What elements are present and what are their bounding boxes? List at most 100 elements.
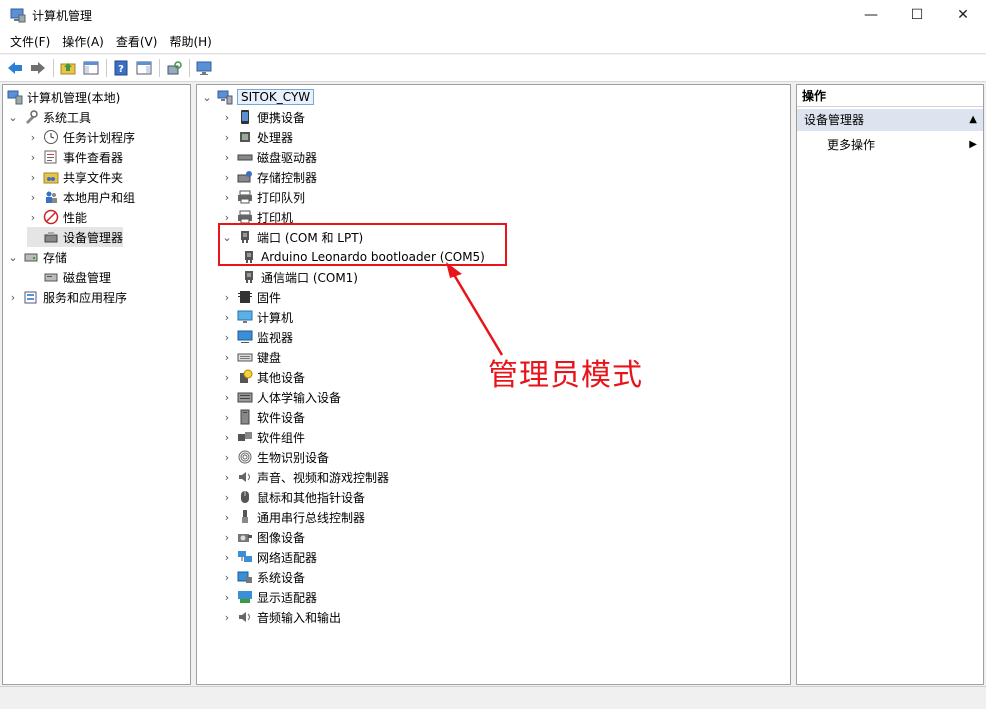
device-category[interactable]: › 便携设备 [221, 107, 305, 127]
chevron-right-icon[interactable]: › [221, 511, 233, 524]
chevron-right-icon[interactable]: › [221, 151, 233, 164]
device-tree-root[interactable]: ⌄ SITOK_CYW [201, 87, 315, 107]
chevron-right-icon[interactable]: › [221, 371, 233, 384]
device-category[interactable]: › 存储控制器 [221, 167, 317, 187]
chevron-down-icon[interactable]: ⌄ [7, 111, 19, 124]
chevron-right-icon[interactable]: › [221, 171, 233, 184]
chevron-right-icon[interactable]: › [221, 571, 233, 584]
submenu-arrow-icon: ▶ [969, 139, 977, 150]
more-actions-item[interactable]: 更多操作 ▶ [827, 135, 977, 155]
console-tree-item[interactable]: 磁盘管理 [27, 267, 111, 287]
scan-hardware-button[interactable] [163, 57, 185, 79]
device-category[interactable]: › 人体学输入设备 [221, 387, 341, 407]
up-folder-button[interactable] [57, 57, 79, 79]
menu-file[interactable]: 文件(F) [4, 30, 56, 54]
console-tree-item-label: 存储 [43, 250, 68, 265]
chevron-right-icon[interactable]: › [221, 431, 233, 444]
chevron-right-icon[interactable]: › [221, 291, 233, 304]
properties-button[interactable] [193, 57, 215, 79]
device-category[interactable]: › 通用串行总线控制器 [221, 507, 365, 527]
menu-help[interactable]: 帮助(H) [163, 30, 217, 54]
device-category[interactable]: › 计算机 [221, 307, 293, 327]
device-category[interactable]: › 处理器 [221, 127, 293, 147]
help-button[interactable]: ? [110, 57, 132, 79]
chevron-right-icon[interactable]: › [221, 531, 233, 544]
chevron-right-icon[interactable]: › [221, 391, 233, 404]
chevron-right-icon[interactable]: › [221, 111, 233, 124]
show-hide-tree-button[interactable] [80, 57, 102, 79]
processor-icon [237, 129, 253, 145]
chevron-right-icon[interactable]: › [27, 191, 39, 204]
console-tree-item[interactable]: ⌄ 系统工具 [7, 107, 91, 127]
more-actions-label: 更多操作 [827, 138, 876, 152]
chevron-down-icon[interactable]: ⌄ [201, 91, 213, 104]
chevron-right-icon[interactable]: › [27, 171, 39, 184]
console-tree-item[interactable]: › 事件查看器 [27, 147, 123, 167]
menu-action[interactable]: 操作(A) [56, 30, 110, 54]
chevron-right-icon[interactable]: › [221, 211, 233, 224]
annotation-arrow [446, 262, 504, 356]
collapse-up-icon[interactable]: ▲ [969, 109, 977, 131]
device-category[interactable]: › 声音、视频和游戏控制器 [221, 467, 389, 487]
device-category[interactable]: › 键盘 [221, 347, 281, 367]
chevron-right-icon[interactable]: › [7, 291, 19, 304]
chevron-right-icon[interactable]: › [27, 131, 39, 144]
device-category[interactable]: › 软件设备 [221, 407, 305, 427]
device-category[interactable]: › 系统设备 [221, 567, 305, 587]
device-item[interactable]: 通信端口 (COM1) [241, 267, 358, 287]
device-manager-icon [43, 229, 59, 245]
chevron-right-icon[interactable]: › [221, 131, 233, 144]
chevron-right-icon[interactable]: › [221, 311, 233, 324]
device-category[interactable]: › 生物识别设备 [221, 447, 329, 467]
chevron-right-icon[interactable]: › [221, 411, 233, 424]
back-button[interactable] [4, 57, 26, 79]
maximize-button[interactable]: ☐ [894, 0, 940, 30]
chevron-right-icon[interactable]: › [27, 151, 39, 164]
chevron-right-icon[interactable]: › [221, 191, 233, 204]
chevron-right-icon[interactable]: › [221, 471, 233, 484]
device-category[interactable]: › 固件 [221, 287, 281, 307]
device-category[interactable]: › 图像设备 [221, 527, 305, 547]
console-tree-item[interactable]: 设备管理器 [27, 227, 124, 247]
console-tree-item[interactable]: ⌄ 存储 [7, 247, 67, 267]
device-category[interactable]: › 磁盘驱动器 [221, 147, 317, 167]
console-tree-item[interactable]: › 本地用户和组 [27, 187, 135, 207]
chevron-right-icon[interactable]: › [221, 491, 233, 504]
console-tree-item[interactable]: › 任务计划程序 [27, 127, 135, 147]
actions-section-device-manager[interactable]: 设备管理器 ▲ [797, 109, 983, 131]
device-category[interactable]: › 鼠标和其他指针设备 [221, 487, 365, 507]
expander-placeholder [27, 231, 39, 243]
console-tree-pane[interactable]: 计算机管理(本地) ⌄ 系统工具 › 任务计划程序 › 事件查看器 › 共享文件夹 › 本地用户和组… [2, 84, 191, 685]
device-category[interactable]: › 网络适配器 [221, 547, 317, 567]
chevron-right-icon[interactable]: › [221, 611, 233, 624]
chevron-right-icon[interactable]: › [221, 451, 233, 464]
device-category[interactable]: › 打印队列 [221, 187, 305, 207]
chevron-right-icon[interactable]: › [221, 591, 233, 604]
close-button[interactable]: ✕ [940, 0, 986, 30]
chevron-right-icon[interactable]: › [27, 211, 39, 224]
device-category[interactable]: › 其他设备 [221, 367, 305, 387]
chevron-right-icon[interactable]: › [221, 331, 233, 344]
console-tree-item-label: 设备管理器 [63, 230, 124, 245]
show-hide-action-pane-button[interactable] [133, 57, 155, 79]
services-icon [23, 289, 39, 305]
chevron-right-icon[interactable]: › [221, 351, 233, 364]
console-tree-item[interactable]: › 服务和应用程序 [7, 287, 127, 307]
device-category[interactable]: › 显示适配器 [221, 587, 317, 607]
device-category[interactable]: › 音频输入和输出 [221, 607, 341, 627]
device-label: 通用串行总线控制器 [257, 510, 366, 525]
forward-button[interactable] [27, 57, 49, 79]
device-category[interactable]: › 软件组件 [221, 427, 305, 447]
chevron-right-icon[interactable]: › [221, 551, 233, 564]
help-icon: ? [114, 60, 128, 76]
console-tree-item[interactable]: › 性能 [27, 207, 87, 227]
console-tree-item[interactable]: › 共享文件夹 [27, 167, 123, 187]
device-label: 生物识别设备 [257, 450, 330, 465]
minimize-button[interactable]: — [848, 0, 894, 30]
device-category[interactable]: › 监视器 [221, 327, 293, 347]
monitor-icon [237, 329, 253, 345]
device-label: 网络适配器 [257, 550, 318, 565]
chevron-down-icon[interactable]: ⌄ [7, 251, 19, 264]
console-tree-item[interactable]: 计算机管理(本地) [7, 87, 120, 107]
menu-view[interactable]: 查看(V) [110, 30, 164, 54]
